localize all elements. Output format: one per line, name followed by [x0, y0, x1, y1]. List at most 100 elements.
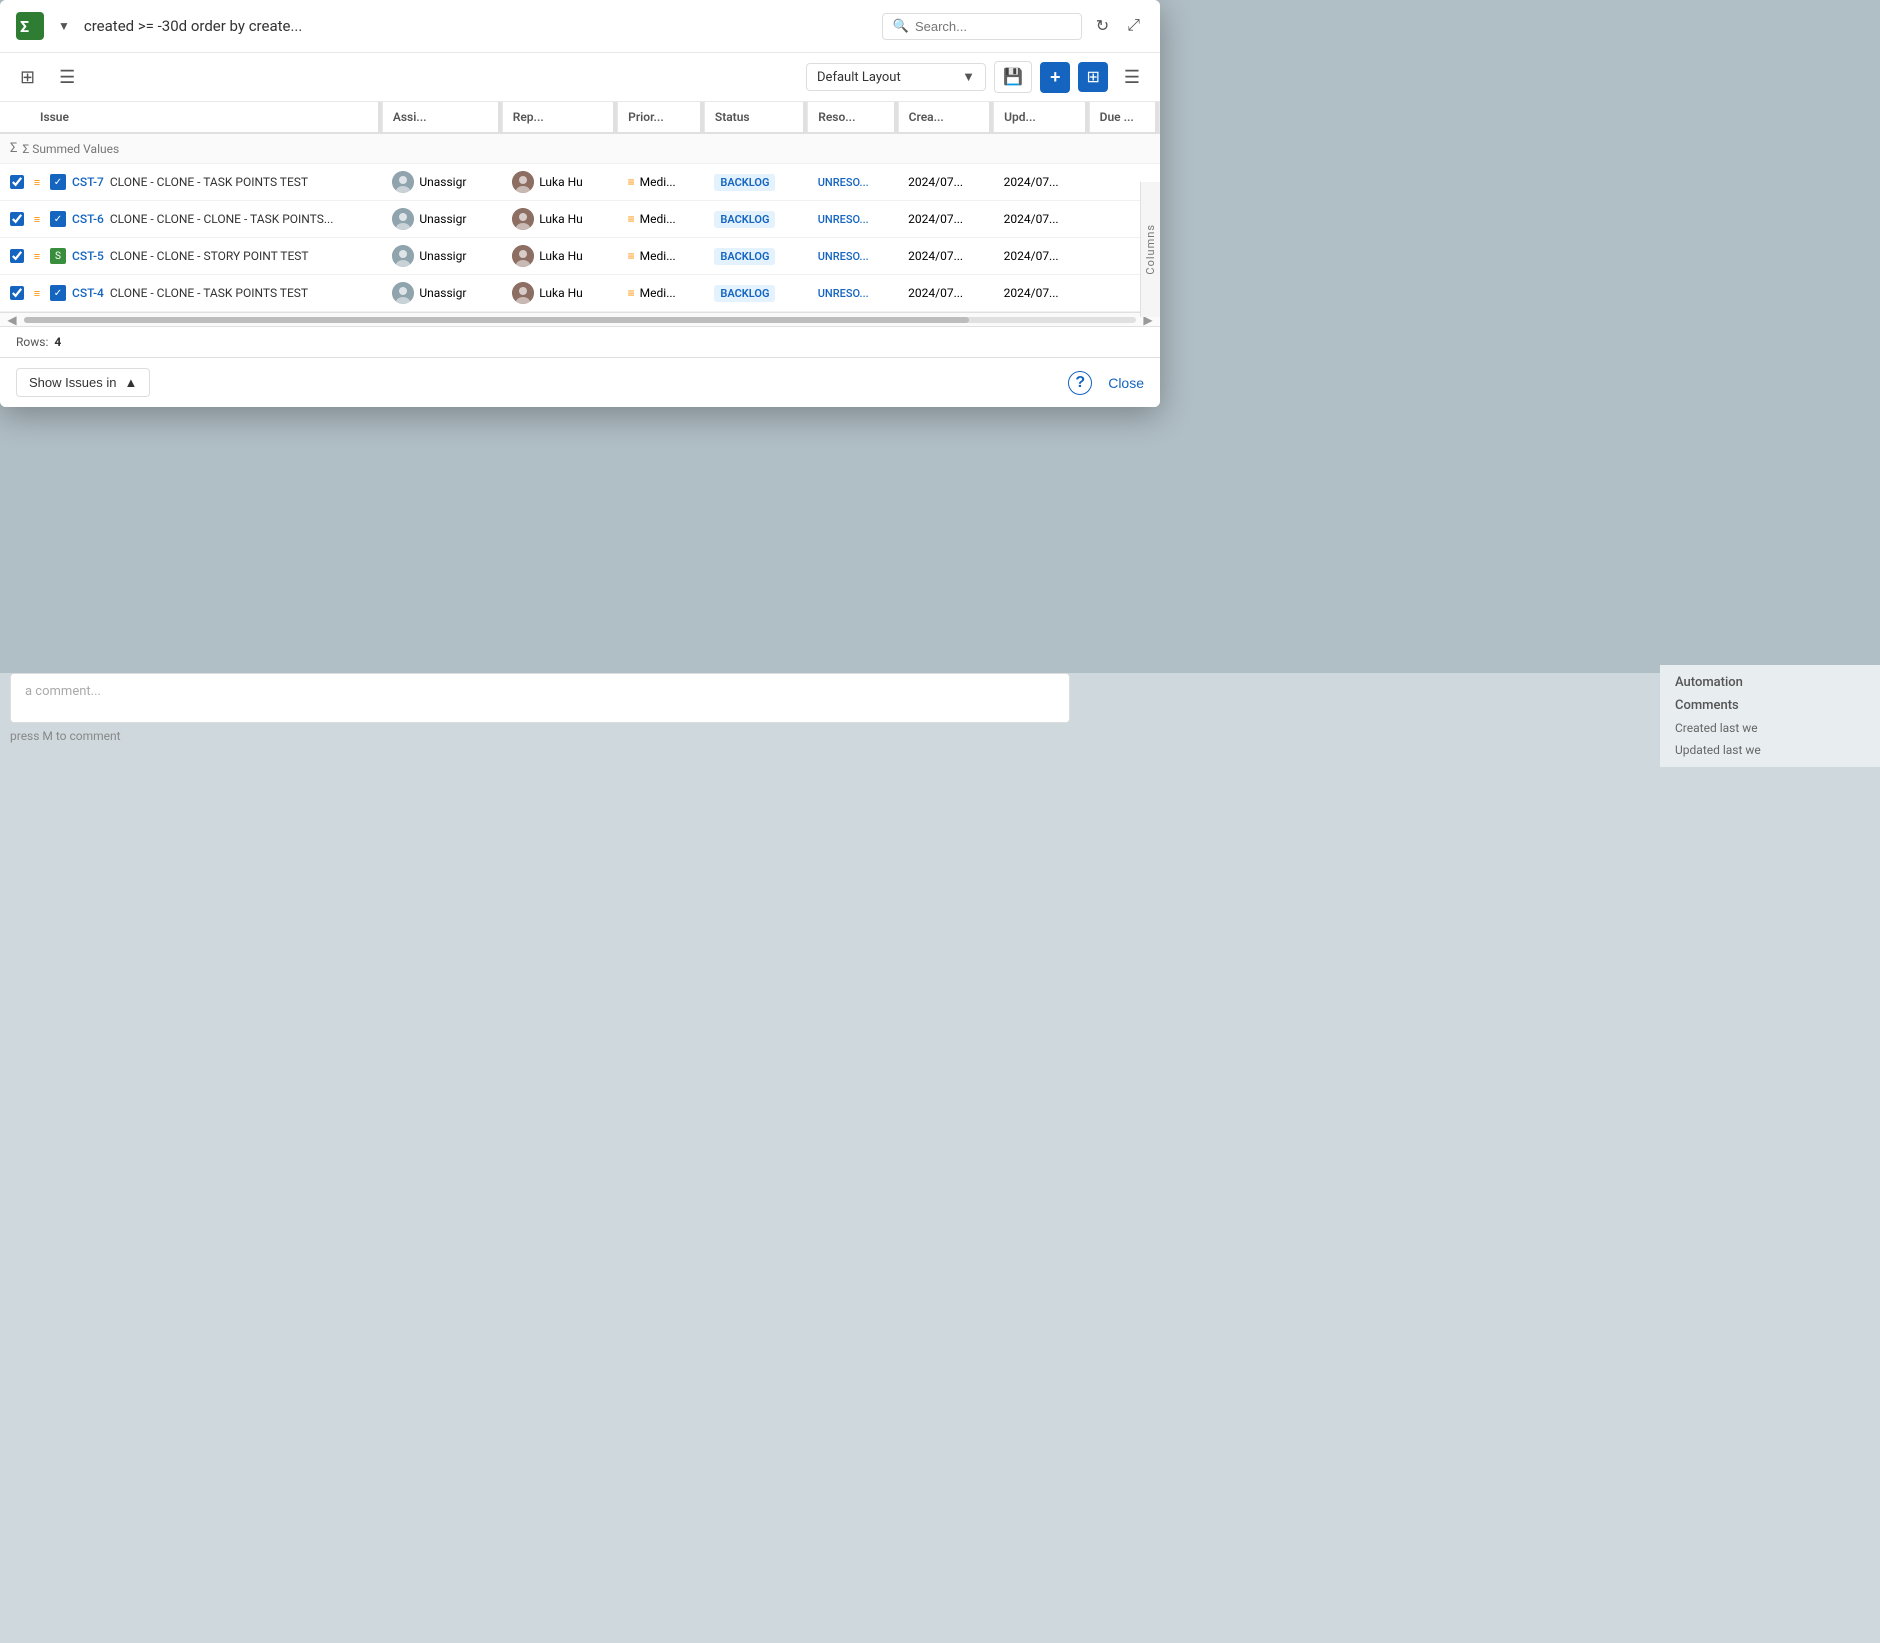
layout-select[interactable]: Default Layout ▼ [806, 63, 986, 91]
expand-btn[interactable]: ⤢ [1123, 13, 1144, 39]
col-assignee[interactable]: Assi... [382, 102, 502, 133]
save-view-btn[interactable]: 💾 [994, 61, 1032, 93]
bg-comment-placeholder: a comment... [25, 684, 101, 699]
col-resize-priority[interactable] [700, 102, 704, 132]
cell-assignee-2: Unassigr [382, 238, 502, 275]
col-due[interactable]: Due ... [1089, 102, 1159, 133]
scrollbar-track[interactable] [24, 317, 1136, 323]
more-options-btn[interactable]: ☰ [1116, 62, 1148, 93]
issue-id-2[interactable]: CST-5 [72, 249, 104, 263]
reporter-text-3: Luka Hu [539, 286, 583, 300]
col-updated[interactable]: Upd... [994, 102, 1089, 133]
row-checkbox-2[interactable] [10, 249, 24, 263]
updated-text-3: 2024/07... [1004, 286, 1059, 300]
table-row: ≡ ✓ CST-7 CLONE - CLONE - TASK POINTS TE… [0, 164, 1160, 201]
priority-text-1: Medi... [640, 212, 676, 226]
cell-resolution-3: UNRESO... [808, 275, 898, 312]
close-btn[interactable]: Close [1108, 375, 1144, 391]
col-resize-resolution[interactable] [894, 102, 898, 132]
cell-reporter-0: Luka Hu [502, 164, 617, 201]
col-resize-created[interactable] [989, 102, 993, 132]
search-input[interactable] [915, 19, 1065, 34]
updated-text-1: 2024/07... [1004, 212, 1059, 226]
created-text-0: 2024/07... [908, 175, 963, 189]
bg-created-info: Created last we [1675, 721, 1865, 735]
bg-comment-input: a comment... [10, 673, 1070, 723]
issue-title-0: CLONE - CLONE - TASK POINTS TEST [110, 175, 308, 189]
priority-text-3: Medi... [640, 286, 676, 300]
group-icon: ⊞ [20, 67, 35, 88]
col-status[interactable]: Status [704, 102, 807, 133]
assignee-text-2: Unassigr [419, 249, 466, 263]
cell-assignee-1: Unassigr [382, 201, 502, 238]
cell-created-1: 2024/07... [898, 201, 993, 238]
layout-chevron-icon: ▼ [962, 69, 975, 85]
resolution-text-2: UNRESO... [818, 250, 869, 263]
status-badge-2: BACKLOG [714, 248, 775, 265]
col-priority[interactable]: Prior... [618, 102, 705, 133]
cell-priority-0: ≡ Medi... [618, 164, 705, 201]
col-resize-assignee[interactable] [498, 102, 502, 132]
table-container[interactable]: Issue Assi... Rep... Prior... [0, 102, 1160, 312]
col-resize-due[interactable] [1155, 102, 1159, 132]
header-title: created >= -30d order by create... [84, 17, 872, 35]
row-checkbox-0[interactable] [10, 175, 24, 189]
show-issues-btn[interactable]: Show Issues in ▲ [16, 368, 150, 397]
rows-label: Rows: [16, 335, 48, 349]
reporter-text-0: Luka Hu [539, 175, 583, 189]
assignee-text-1: Unassigr [419, 212, 466, 226]
created-text-2: 2024/07... [908, 249, 963, 263]
cell-issue-0: ≡ ✓ CST-7 CLONE - CLONE - TASK POINTS TE… [0, 164, 382, 201]
col-resolution[interactable]: Reso... [808, 102, 898, 133]
cell-reporter-1: Luka Hu [502, 201, 617, 238]
reporter-text-1: Luka Hu [539, 212, 583, 226]
cell-priority-3: ≡ Medi... [618, 275, 705, 312]
rows-count-bar: Rows: 4 [0, 326, 1160, 357]
filter-btn[interactable]: ☰ [51, 63, 83, 92]
search-icon: 🔍 [893, 19, 909, 34]
col-resize-reporter[interactable] [613, 102, 617, 132]
col-resize-updated[interactable] [1085, 102, 1089, 132]
scroll-left-btn[interactable]: ◀ [4, 313, 20, 327]
issue-id-3[interactable]: CST-4 [72, 286, 104, 300]
row-checkbox-3[interactable] [10, 286, 24, 300]
grid-view-btn[interactable]: ⊞ [1078, 62, 1107, 92]
group-by-btn[interactable]: ⊞ [12, 63, 43, 92]
row-checkbox-1[interactable] [10, 212, 24, 226]
cell-priority-1: ≡ Medi... [618, 201, 705, 238]
table-row: ≡ S CST-5 CLONE - CLONE - STORY POINT TE… [0, 238, 1160, 275]
refresh-btn[interactable]: ↻ [1092, 12, 1113, 40]
modal-toolbar: ⊞ ☰ Default Layout ▼ 💾 + ⊞ ☰ [0, 53, 1160, 102]
summed-values-label: Σ Summed Values [22, 142, 119, 156]
col-reporter[interactable]: Rep... [502, 102, 617, 133]
help-btn[interactable]: ? [1068, 371, 1092, 395]
col-resize-status[interactable] [803, 102, 807, 132]
columns-label: Columns [1144, 224, 1157, 275]
status-badge-1: BACKLOG [714, 211, 775, 228]
cell-resolution-1: UNRESO... [808, 201, 898, 238]
search-container: 🔍 [882, 13, 1082, 40]
table-row: ≡ ✓ CST-4 CLONE - CLONE - TASK POINTS TE… [0, 275, 1160, 312]
save-icon: 💾 [1003, 67, 1023, 87]
cell-status-0: BACKLOG [704, 164, 807, 201]
table-header-row: Issue Assi... Rep... Prior... [0, 102, 1160, 133]
scrollbar-thumb[interactable] [24, 317, 969, 323]
show-issues-label: Show Issues in [29, 375, 116, 390]
columns-panel[interactable]: Columns [1140, 182, 1160, 317]
cell-issue-2: ≡ S CST-5 CLONE - CLONE - STORY POINT TE… [0, 238, 382, 275]
cell-created-3: 2024/07... [898, 275, 993, 312]
issue-id-0[interactable]: CST-7 [72, 175, 104, 189]
svg-text:Σ: Σ [20, 17, 29, 36]
cell-updated-0: 2024/07... [994, 164, 1089, 201]
horizontal-scrollbar[interactable]: ◀ ▶ [0, 312, 1160, 326]
dropdown-chevron-btn[interactable]: ▼ [54, 17, 74, 35]
col-issue[interactable]: Issue [0, 102, 382, 133]
col-resize-issue[interactable] [378, 102, 382, 132]
created-text-1: 2024/07... [908, 212, 963, 226]
issue-id-1[interactable]: CST-6 [72, 212, 104, 226]
col-created[interactable]: Crea... [898, 102, 993, 133]
bottom-right-actions: ? Close [1068, 371, 1144, 395]
add-item-btn[interactable]: + [1040, 62, 1071, 93]
cell-assignee-0: Unassigr [382, 164, 502, 201]
priority-icon-3: ≡ [628, 286, 635, 300]
